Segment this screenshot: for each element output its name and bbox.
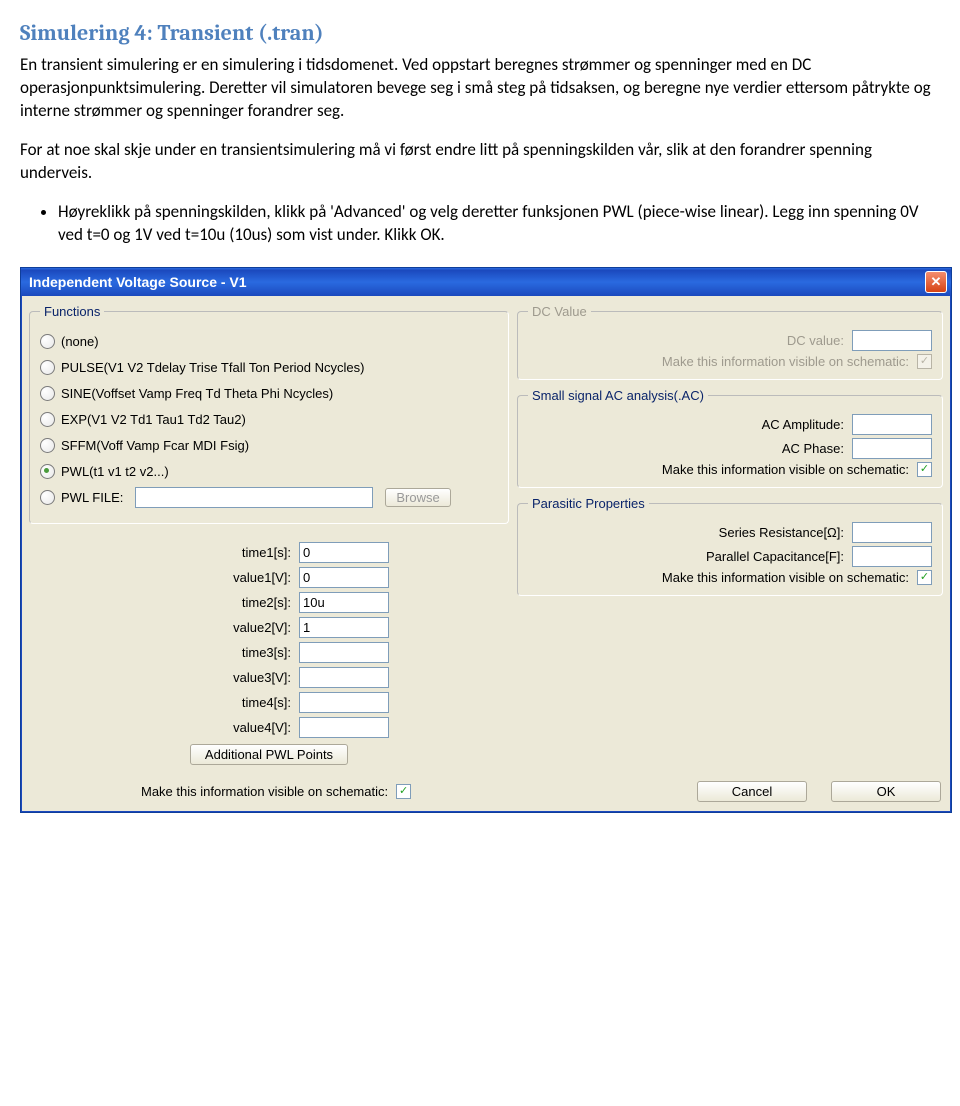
radio-label: SINE(Voffset Vamp Freq Td Theta Phi Ncyc…: [61, 386, 333, 401]
value3-input[interactable]: [299, 667, 389, 688]
titlebar[interactable]: Independent Voltage Source - V1 ✕: [21, 268, 951, 296]
radio-label: PWL FILE:: [61, 490, 123, 505]
time2-input[interactable]: [299, 592, 389, 613]
radio-none[interactable]: (none): [40, 331, 498, 353]
radio-icon[interactable]: [40, 412, 55, 427]
ac-visible-checkbox[interactable]: [917, 462, 932, 477]
paragraph-2: For at noe skal skje under en transients…: [20, 139, 940, 185]
ac-phase-label: AC Phase:: [782, 441, 844, 456]
ac-legend: Small signal AC analysis(.AC): [528, 388, 708, 403]
pwl-label: time4[s]:: [233, 695, 291, 710]
pwl-label: time2[s]:: [233, 595, 291, 610]
pwl-label: value4[V]:: [233, 720, 291, 735]
radio-pwl[interactable]: PWL(t1 v1 t2 v2...): [40, 461, 498, 483]
value1-input[interactable]: [299, 567, 389, 588]
parasitic-legend: Parasitic Properties: [528, 496, 649, 511]
value2-input[interactable]: [299, 617, 389, 638]
time4-input[interactable]: [299, 692, 389, 713]
parasitic-visible-checkbox[interactable]: [917, 570, 932, 585]
dc-value-group: DC Value DC value: Make this information…: [517, 304, 943, 380]
radio-pwl-file[interactable]: PWL FILE: Browse: [40, 487, 498, 509]
radio-sine[interactable]: SINE(Voffset Vamp Freq Td Theta Phi Ncyc…: [40, 383, 498, 405]
radio-label: EXP(V1 V2 Td1 Tau1 Td2 Tau2): [61, 412, 246, 427]
radio-icon[interactable]: [40, 464, 55, 479]
dc-value-label: DC value:: [787, 333, 844, 348]
pwl-label: value2[V]:: [233, 620, 291, 635]
page-heading: Simulering 4: Transient (.tran): [20, 20, 940, 46]
radio-icon[interactable]: [40, 490, 55, 505]
radio-pulse[interactable]: PULSE(V1 V2 Tdelay Trise Tfall Ton Perio…: [40, 357, 498, 379]
functions-group: Functions (none) PULSE(V1 V2 Tdelay Tris…: [29, 304, 509, 524]
radio-label: SFFM(Voff Vamp Fcar MDI Fsig): [61, 438, 249, 453]
ac-analysis-group: Small signal AC analysis(.AC) AC Amplitu…: [517, 388, 943, 488]
pwl-file-input[interactable]: [135, 487, 373, 508]
bullet-1: Høyreklikk på spenningskilden, klikk på …: [58, 201, 940, 247]
pwl-points-grid: time1[s]: value1[V]: time2[s]: value2[V]…: [29, 542, 509, 738]
pwl-label: time1[s]:: [233, 545, 291, 560]
ok-button[interactable]: OK: [831, 781, 941, 802]
ac-amplitude-input[interactable]: [852, 414, 932, 435]
browse-button[interactable]: Browse: [385, 488, 450, 507]
radio-icon[interactable]: [40, 360, 55, 375]
dc-visible-label: Make this information visible on schemat…: [662, 354, 909, 369]
dc-value-input[interactable]: [852, 330, 932, 351]
dc-legend: DC Value: [528, 304, 591, 319]
radio-icon[interactable]: [40, 438, 55, 453]
close-icon[interactable]: ✕: [925, 271, 947, 293]
series-resistance-label: Series Resistance[Ω]:: [719, 525, 844, 540]
radio-label: PWL(t1 v1 t2 v2...): [61, 464, 169, 479]
radio-label: PULSE(V1 V2 Tdelay Trise Tfall Ton Perio…: [61, 360, 364, 375]
dc-visible-checkbox[interactable]: [917, 354, 932, 369]
cancel-button[interactable]: Cancel: [697, 781, 807, 802]
functions-legend: Functions: [40, 304, 104, 319]
ac-visible-label: Make this information visible on schemat…: [662, 462, 909, 477]
parallel-capacitance-label: Parallel Capacitance[F]:: [706, 549, 844, 564]
parasitic-visible-label: Make this information visible on schemat…: [662, 570, 909, 585]
footer-visible-label: Make this information visible on schemat…: [141, 784, 388, 799]
parallel-capacitance-input[interactable]: [852, 546, 932, 567]
ac-phase-input[interactable]: [852, 438, 932, 459]
paragraph-1: En transient simulering er en simulering…: [20, 54, 940, 123]
titlebar-text: Independent Voltage Source - V1: [29, 274, 247, 290]
parasitic-group: Parasitic Properties Series Resistance[Ω…: [517, 496, 943, 596]
pwl-label: value1[V]:: [233, 570, 291, 585]
radio-exp[interactable]: EXP(V1 V2 Td1 Tau1 Td2 Tau2): [40, 409, 498, 431]
value4-input[interactable]: [299, 717, 389, 738]
series-resistance-input[interactable]: [852, 522, 932, 543]
ac-amplitude-label: AC Amplitude:: [762, 417, 844, 432]
pwl-label: time3[s]:: [233, 645, 291, 660]
radio-icon[interactable]: [40, 334, 55, 349]
additional-pwl-button[interactable]: Additional PWL Points: [190, 744, 348, 765]
time3-input[interactable]: [299, 642, 389, 663]
radio-icon[interactable]: [40, 386, 55, 401]
footer-visible-checkbox[interactable]: [396, 784, 411, 799]
time1-input[interactable]: [299, 542, 389, 563]
radio-sffm[interactable]: SFFM(Voff Vamp Fcar MDI Fsig): [40, 435, 498, 457]
radio-label: (none): [61, 334, 99, 349]
voltage-source-dialog: Independent Voltage Source - V1 ✕ Functi…: [20, 267, 952, 813]
pwl-label: value3[V]:: [233, 670, 291, 685]
